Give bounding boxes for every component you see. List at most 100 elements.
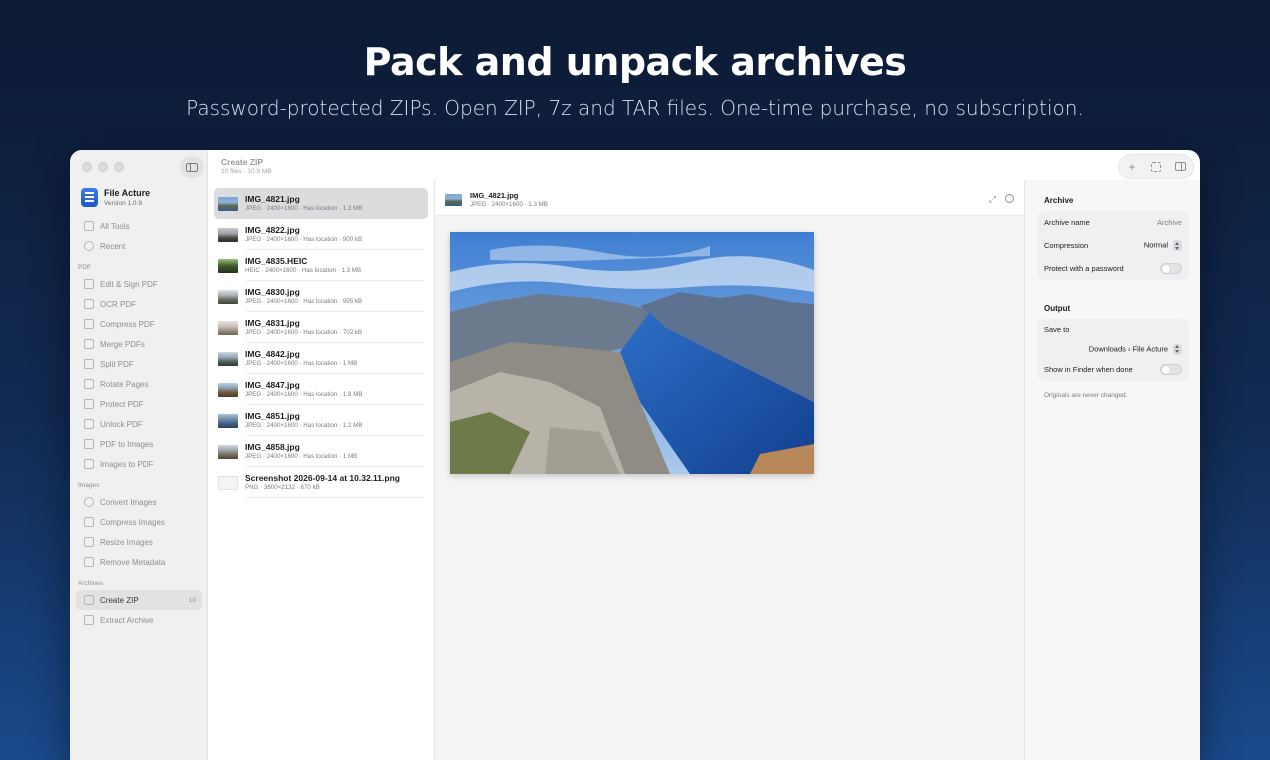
- file-row[interactable]: Screenshot 2026-09-14 at 10.32.11.png PNG…: [214, 467, 428, 498]
- compression-label: Compression: [1044, 241, 1089, 250]
- resize-icon: [84, 537, 94, 547]
- preview-thumbnail: [445, 194, 462, 206]
- inspector-panel: Archive Archive name Archive Compression…: [1024, 180, 1200, 760]
- sidebar-item-extract-archive[interactable]: Extract Archive: [76, 610, 202, 630]
- sidebar-item-merge-pdfs[interactable]: Merge PDFs: [76, 334, 202, 354]
- save-location-value: Downloads › File Acture: [1088, 343, 1168, 353]
- file-meta: PNG · 3600×2132 · 670 kB: [245, 484, 320, 492]
- file-name: IMG_4835.HEIC: [245, 255, 308, 266]
- sidebar-item-create-zip[interactable]: Create ZIP 10: [76, 590, 202, 610]
- file-row[interactable]: IMG_4821.jpg JPEG · 2400×1600 · Has locat…: [214, 188, 428, 219]
- sidebar-item-all-tools[interactable]: All Tools: [76, 216, 202, 236]
- save-location-select[interactable]: Downloads › File Acture: [1088, 343, 1182, 355]
- inspector-toggle-icon[interactable]: [1175, 162, 1187, 171]
- add-icon[interactable]: +: [1126, 161, 1138, 173]
- preview-header: IMG_4821.jpg JPEG · 2400×1600 · 1.3 MB ⤢: [435, 180, 1024, 216]
- minimize-button[interactable]: [98, 162, 108, 172]
- sidebar-item-unlock-pdf[interactable]: Unlock PDF: [76, 414, 202, 434]
- file-info: IMG_4842.jpg JPEG · 2400×1600 · Has locat…: [245, 350, 357, 368]
- file-info: IMG_4858.jpg JPEG · 2400×1600 · Has locat…: [245, 443, 357, 461]
- ocr-icon: [84, 299, 94, 309]
- sidebar-item-remove-metadata[interactable]: Remove Metadata: [76, 552, 202, 572]
- pdf-image-icon: [84, 439, 94, 449]
- sidebar-toggle-button[interactable]: [180, 156, 204, 178]
- file-thumbnail: [218, 382, 238, 397]
- compress-icon: [84, 319, 94, 329]
- app-version: Version 1.0.9: [104, 199, 142, 207]
- sidebar-item-compress-pdf[interactable]: Compress PDF: [76, 314, 202, 334]
- file-row[interactable]: IMG_4842.jpg JPEG · 2400×1600 · Has locat…: [214, 343, 428, 374]
- grid-icon: [84, 221, 94, 231]
- archive-section-title: Archive: [1044, 196, 1074, 205]
- app-brand: File Acture Version 1.0.9: [81, 188, 150, 207]
- sidebar-item-label: Unlock PDF: [100, 419, 143, 429]
- file-row[interactable]: IMG_4822.jpg JPEG · 2400×1600 · Has locat…: [214, 219, 428, 250]
- image-pdf-icon: [84, 459, 94, 469]
- sidebar-item-compress-images[interactable]: Compress Images: [76, 512, 202, 532]
- expand-icon[interactable]: ⤢: [989, 194, 996, 205]
- file-row[interactable]: IMG_4851.jpg JPEG · 2400×1600 · Has locat…: [214, 405, 428, 436]
- sidebar-item-convert-images[interactable]: Convert Images: [76, 492, 202, 512]
- file-row[interactable]: IMG_4858.jpg JPEG · 2400×1600 · Has locat…: [214, 436, 428, 467]
- file-info: IMG_4835.HEIC HEIC · 2400×1600 · Has loca…: [245, 257, 361, 275]
- sidebar-section-title: Archives: [78, 580, 103, 587]
- rotate-icon: [84, 379, 94, 389]
- compression-row[interactable]: Compression Normal: [1037, 234, 1189, 257]
- file-info: IMG_4847.jpg JPEG · 2400×1600 · Has locat…: [245, 381, 362, 399]
- file-meta: HEIC · 2400×1600 · Has location · 1.3 MB: [245, 267, 362, 275]
- file-row[interactable]: IMG_4831.jpg JPEG · 2400×1600 · Has locat…: [214, 312, 428, 343]
- save-to-label: Save to: [1044, 325, 1070, 334]
- sidebar-item-label: Recent: [100, 241, 126, 251]
- file-list: IMG_4821.jpg JPEG · 2400×1600 · Has locat…: [214, 188, 428, 498]
- file-name: Screenshot 2026-09-14 at 10.32.11.png: [245, 472, 400, 483]
- sidebar-item-ocr-pdf[interactable]: OCR PDF: [76, 294, 202, 314]
- sidebar-section-title: PDF: [78, 264, 91, 271]
- sidebar-item-rotate-pages[interactable]: Rotate Pages: [76, 374, 202, 394]
- sidebar-item-split-pdf[interactable]: Split PDF: [76, 354, 202, 374]
- file-thumbnail: [218, 413, 238, 428]
- app-logo-icon: [81, 188, 98, 207]
- sidebar-item-label: Remove Metadata: [100, 557, 166, 567]
- file-thumbnail: [218, 227, 238, 242]
- file-name: IMG_4821.jpg: [245, 193, 300, 204]
- show-finder-row[interactable]: Show in Finder when done: [1037, 358, 1189, 381]
- rotate-icon[interactable]: [1005, 194, 1014, 203]
- sidebar-item-label: PDF to Images: [100, 439, 154, 449]
- merge-icon: [84, 339, 94, 349]
- count-badge: 10: [188, 596, 196, 604]
- file-row[interactable]: IMG_4830.jpg JPEG · 2400×1600 · Has locat…: [214, 281, 428, 312]
- preview-file-name: IMG_4821.jpg: [470, 191, 519, 200]
- compression-select[interactable]: Normal: [1144, 240, 1182, 251]
- extract-icon: [84, 615, 94, 625]
- fjord-photo: [450, 232, 814, 474]
- password-toggle[interactable]: [1160, 263, 1182, 274]
- show-finder-toggle[interactable]: [1160, 364, 1182, 375]
- zoom-button[interactable]: [114, 162, 124, 172]
- archive-card: Archive name Archive Compression Normal …: [1037, 211, 1189, 280]
- hero-subtitle: Password-protected ZIPs. Open ZIP, 7z an…: [186, 96, 1084, 120]
- sidebar-item-resize-images[interactable]: Resize Images: [76, 532, 202, 552]
- save-location-row[interactable]: Downloads › File Acture: [1037, 340, 1189, 358]
- file-meta: JPEG · 2400×1600 · Has location · 1 MB: [245, 360, 358, 368]
- sidebar-item-images-to-pdf[interactable]: Images to PDF: [76, 454, 202, 474]
- file-name: IMG_4851.jpg: [245, 410, 300, 421]
- output-card: Save to Downloads › File Acture Show in …: [1037, 319, 1189, 381]
- archive-name-row[interactable]: Archive name Archive: [1037, 211, 1189, 234]
- sidebar-item-recent[interactable]: Recent: [76, 236, 202, 256]
- file-row[interactable]: IMG_4847.jpg JPEG · 2400×1600 · Has locat…: [214, 374, 428, 405]
- sidebar-item-edit-sign-pdf[interactable]: Edit & Sign PDF: [76, 274, 202, 294]
- sidebar-item-pdf-to-images[interactable]: PDF to Images: [76, 434, 202, 454]
- password-row[interactable]: Protect with a password: [1037, 257, 1189, 280]
- sidebar-section-title: Images: [78, 482, 100, 489]
- zip-icon: [84, 595, 94, 605]
- archive-name-field[interactable]: Archive: [1157, 218, 1182, 227]
- preview-pane: IMG_4821.jpg JPEG · 2400×1600 · 1.3 MB ⤢: [435, 180, 1024, 760]
- password-label: Protect with a password: [1044, 264, 1124, 273]
- sidebar-item-protect-pdf[interactable]: Protect PDF: [76, 394, 202, 414]
- scan-icon[interactable]: [1151, 161, 1162, 172]
- sidebar-item-label: Merge PDFs: [100, 339, 145, 349]
- file-info: IMG_4822.jpg JPEG · 2400×1600 · Has locat…: [245, 226, 362, 244]
- file-row[interactable]: IMG_4835.HEIC HEIC · 2400×1600 · Has loca…: [214, 250, 428, 281]
- close-button[interactable]: [82, 162, 92, 172]
- window-controls: [82, 162, 124, 172]
